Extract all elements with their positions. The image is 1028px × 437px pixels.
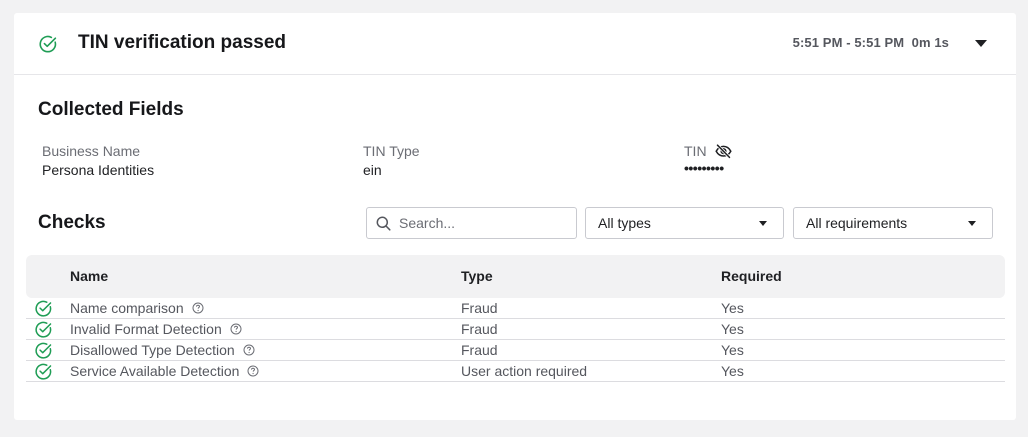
duration: 0m 1s bbox=[911, 35, 949, 50]
time-range: 5:51 PM - 5:51 PM bbox=[792, 35, 905, 50]
table-row: Invalid Format Detection Fraud Yes bbox=[26, 319, 1005, 340]
check-type: Fraud bbox=[461, 321, 498, 337]
help-icon[interactable] bbox=[192, 302, 204, 314]
chevron-down-icon bbox=[759, 221, 767, 226]
eye-off-icon[interactable] bbox=[714, 143, 732, 159]
column-header-required[interactable]: Required bbox=[721, 268, 782, 284]
check-circle-icon bbox=[35, 363, 52, 380]
verification-card: TIN verification passed 5:51 PM - 5:51 P… bbox=[14, 13, 1016, 420]
check-name: Invalid Format Detection bbox=[70, 321, 222, 337]
field-tin-type: TIN Type ein bbox=[363, 142, 420, 178]
help-icon[interactable] bbox=[243, 344, 255, 356]
collected-fields-title: Collected Fields bbox=[38, 99, 184, 120]
check-type: User action required bbox=[461, 363, 588, 379]
check-type: Fraud bbox=[461, 300, 498, 316]
check-circle-icon bbox=[39, 35, 57, 53]
table-row: Name comparison Fraud Yes bbox=[26, 298, 1005, 319]
check-type: Fraud bbox=[461, 342, 498, 358]
card-header[interactable]: TIN verification passed 5:51 PM - 5:51 P… bbox=[14, 13, 1016, 75]
field-label: Business Name bbox=[42, 143, 141, 159]
checks-table-header: Name Type Required bbox=[26, 255, 1005, 298]
search-icon bbox=[376, 216, 391, 231]
chevron-down-icon bbox=[968, 221, 976, 226]
header-timestamp: 5:51 PM - 5:51 PM 0m 1s bbox=[793, 35, 949, 50]
help-icon[interactable] bbox=[247, 365, 259, 377]
type-filter-select[interactable]: All types bbox=[585, 207, 784, 239]
field-label: TIN bbox=[684, 143, 707, 159]
checks-search[interactable] bbox=[366, 207, 577, 239]
field-business-name: Business Name Persona Identities bbox=[42, 142, 154, 178]
check-circle-icon bbox=[35, 342, 52, 359]
help-icon[interactable] bbox=[230, 323, 242, 335]
table-row: Disallowed Type Detection Fraud Yes bbox=[26, 340, 1005, 361]
field-value-masked: ••••••••• bbox=[684, 160, 724, 176]
check-name: Service Available Detection bbox=[70, 363, 240, 379]
table-row: Service Available Detection User action … bbox=[26, 361, 1005, 382]
check-name: Name comparison bbox=[70, 300, 184, 316]
field-tin: TIN ••••••••• bbox=[684, 142, 732, 176]
field-label: TIN Type bbox=[363, 143, 420, 159]
type-filter-value: All types bbox=[598, 215, 651, 231]
check-required: Yes bbox=[721, 342, 744, 358]
search-input[interactable] bbox=[399, 215, 559, 231]
check-required: Yes bbox=[721, 321, 744, 337]
column-header-type[interactable]: Type bbox=[461, 268, 493, 284]
header-title: TIN verification passed bbox=[78, 32, 287, 53]
collapse-toggle-icon[interactable] bbox=[975, 40, 987, 47]
check-circle-icon bbox=[35, 300, 52, 317]
check-name: Disallowed Type Detection bbox=[70, 342, 235, 358]
field-value: Persona Identities bbox=[42, 162, 155, 178]
check-required: Yes bbox=[721, 300, 744, 316]
check-required: Yes bbox=[721, 363, 744, 379]
field-value: ein bbox=[363, 162, 382, 178]
requirement-filter-value: All requirements bbox=[806, 215, 908, 231]
requirement-filter-select[interactable]: All requirements bbox=[793, 207, 993, 239]
column-header-name[interactable]: Name bbox=[70, 268, 108, 284]
check-circle-icon bbox=[35, 321, 52, 338]
checks-title: Checks bbox=[38, 212, 106, 233]
